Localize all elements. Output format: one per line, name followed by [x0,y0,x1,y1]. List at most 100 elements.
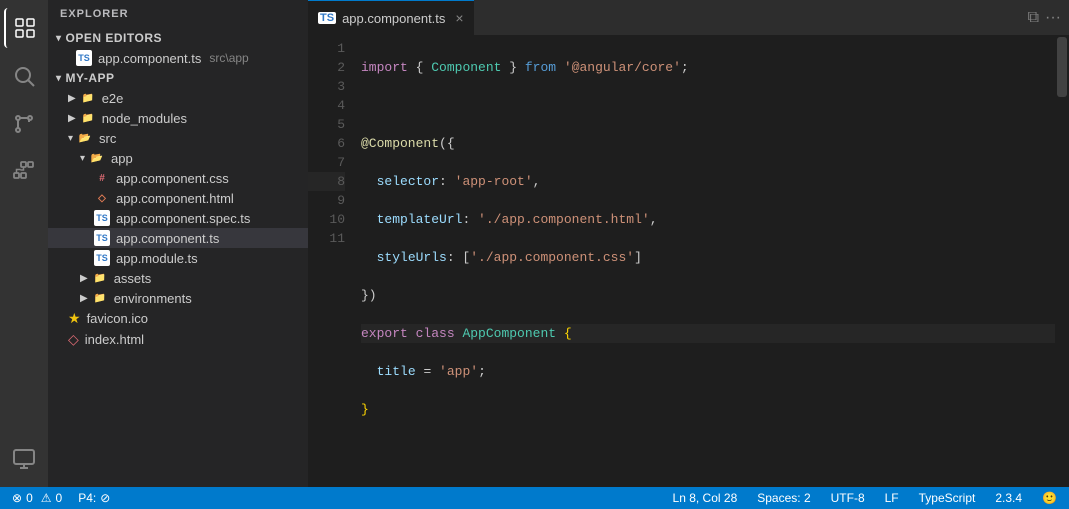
cursor-position: Ln 8, Col 28 [673,491,738,505]
src-chevron: ▾ [68,133,73,144]
code-content[interactable]: import { Component } from '@angular/core… [353,35,1055,487]
search-activity-icon[interactable] [4,56,44,96]
branch-label: P4: [78,491,96,505]
status-bar: ⊗ 0 ⚠ 0 P4: ⊘ Ln 8, Col 28 Spaces: 2 UTF… [0,487,1069,509]
split-editor-icon[interactable]: ⧉ [1028,9,1039,27]
app-container: EXPLORER ▾ OPEN EDITORS TS app.component… [0,0,1069,509]
code-line-7: }) [361,286,1055,305]
html-file-icon: ◇ [94,190,110,206]
status-cursor[interactable]: Ln 8, Col 28 [669,491,742,505]
sidebar-title: EXPLORER [48,0,308,28]
environments-chevron: ▶ [80,293,88,304]
scrollbar-thumb [1057,37,1067,97]
remote-activity-icon[interactable] [4,439,44,479]
sidebar-item-src[interactable]: ▾ 📂 src [48,128,308,148]
main-area: EXPLORER ▾ OPEN EDITORS TS app.component… [0,0,1069,487]
version-label: 2.3.4 [995,491,1022,505]
scrollbar[interactable] [1055,35,1069,487]
code-editor[interactable]: 1 2 3 4 5 6 7 8 9 10 11 import { Compone… [308,35,1069,487]
assets-folder-icon: 📁 [92,270,108,286]
src-folder-icon: 📂 [77,130,93,146]
sidebar-item-environments[interactable]: ▶ 📁 environments [48,288,308,308]
explorer-activity-icon[interactable] [4,8,44,48]
code-line-5: templateUrl: './app.component.html', [361,210,1055,229]
assets-label: assets [114,271,152,286]
tab-actions: ⧉ ··· [1028,9,1069,27]
my-app-chevron: ▾ [56,73,62,84]
open-editors-label: OPEN EDITORS [66,31,162,45]
ts-file-icon: TS [76,50,92,66]
status-line-ending[interactable]: LF [881,491,903,505]
sidebar-item-assets[interactable]: ▶ 📁 assets [48,268,308,288]
sidebar-item-e2e[interactable]: ▶ 📁 e2e [48,88,308,108]
node-modules-label: node_modules [102,111,187,126]
node-modules-chevron: ▶ [68,113,76,124]
sidebar-item-index-html[interactable]: ◇ index.html [48,329,308,350]
open-editor-path: src\app [209,51,248,65]
open-editors-chevron: ▾ [56,33,62,44]
sidebar-item-app-html[interactable]: ◇ app.component.html [48,188,308,208]
status-encoding[interactable]: UTF-8 [827,491,869,505]
app-module-label: app.module.ts [116,251,198,266]
code-line-1: import { Component } from '@angular/core… [361,58,1055,77]
e2e-chevron: ▶ [68,93,76,104]
app-css-label: app.component.css [116,171,229,186]
my-app-label: MY-APP [66,71,115,85]
code-line-6: styleUrls: ['./app.component.css'] [361,248,1055,267]
sidebar-item-app[interactable]: ▾ 📂 app [48,148,308,168]
spaces-label: Spaces: 2 [757,491,810,505]
language-label: TypeScript [919,491,976,505]
app-spec-label: app.component.spec.ts [116,211,250,226]
status-errors[interactable]: ⊗ 0 ⚠ 0 [8,491,66,505]
e2e-folder-icon: 📁 [80,90,96,106]
tab-close-button[interactable]: × [455,11,463,25]
sidebar-item-favicon[interactable]: ★ favicon.ico [48,308,308,329]
status-language[interactable]: TypeScript [915,491,980,505]
environments-folder-icon: 📁 [92,290,108,306]
sidebar-item-app-module[interactable]: TS app.module.ts [48,248,308,268]
my-app-header[interactable]: ▾ MY-APP [48,68,308,88]
error-icon: ⊗ [12,491,22,505]
sidebar-item-node-modules[interactable]: ▶ 📁 node_modules [48,108,308,128]
tab-filename: app.component.ts [342,11,445,26]
warning-count: 0 [56,491,63,505]
module-ts-icon: TS [94,250,110,266]
status-branch[interactable]: P4: ⊘ [74,491,114,505]
error-count: 0 [26,491,33,505]
code-line-11 [361,438,1055,457]
open-editors-header[interactable]: ▾ OPEN EDITORS [48,28,308,48]
status-emoji[interactable]: 🙂 [1038,491,1061,505]
warning-icon: ⚠ [41,491,52,505]
sidebar-item-app-ts[interactable]: TS app.component.ts [48,228,308,248]
app-html-label: app.component.html [116,191,234,206]
open-editor-app-component[interactable]: TS app.component.ts src\app [48,48,308,68]
sidebar: EXPLORER ▾ OPEN EDITORS TS app.component… [48,0,308,487]
app-ts-label: app.component.ts [116,231,219,246]
sidebar-item-app-spec[interactable]: TS app.component.spec.ts [48,208,308,228]
status-right: Ln 8, Col 28 Spaces: 2 UTF-8 LF TypeScri… [669,491,1061,505]
editor-tab-app-component[interactable]: TS app.component.ts × [308,0,474,35]
editor-area: TS app.component.ts × ⧉ ··· 1 2 3 4 5 6 [308,0,1069,487]
code-line-4: selector: 'app-root', [361,172,1055,191]
more-actions-icon[interactable]: ··· [1045,9,1061,27]
status-spaces[interactable]: Spaces: 2 [753,491,814,505]
app-folder-icon: 📂 [89,150,105,166]
e2e-label: e2e [102,91,124,106]
code-line-3: @Component({ [361,134,1055,153]
line-ending-label: LF [885,491,899,505]
code-line-9: title = 'app'; [361,362,1055,381]
diamond-icon: ◇ [68,331,79,348]
extensions-activity-icon[interactable] [4,152,44,192]
star-icon: ★ [68,310,81,327]
sidebar-item-app-css[interactable]: # app.component.css [48,168,308,188]
code-line-2 [361,96,1055,115]
open-editor-filename: app.component.ts [98,51,201,66]
no-entry-icon: ⊘ [100,491,110,505]
status-version[interactable]: 2.3.4 [991,491,1026,505]
code-line-8: export class AppComponent { [361,324,1055,343]
app-label: app [111,151,133,166]
status-left: ⊗ 0 ⚠ 0 P4: ⊘ [8,491,114,505]
git-activity-icon[interactable] [4,104,44,144]
assets-chevron: ▶ [80,273,88,284]
environments-label: environments [114,291,192,306]
